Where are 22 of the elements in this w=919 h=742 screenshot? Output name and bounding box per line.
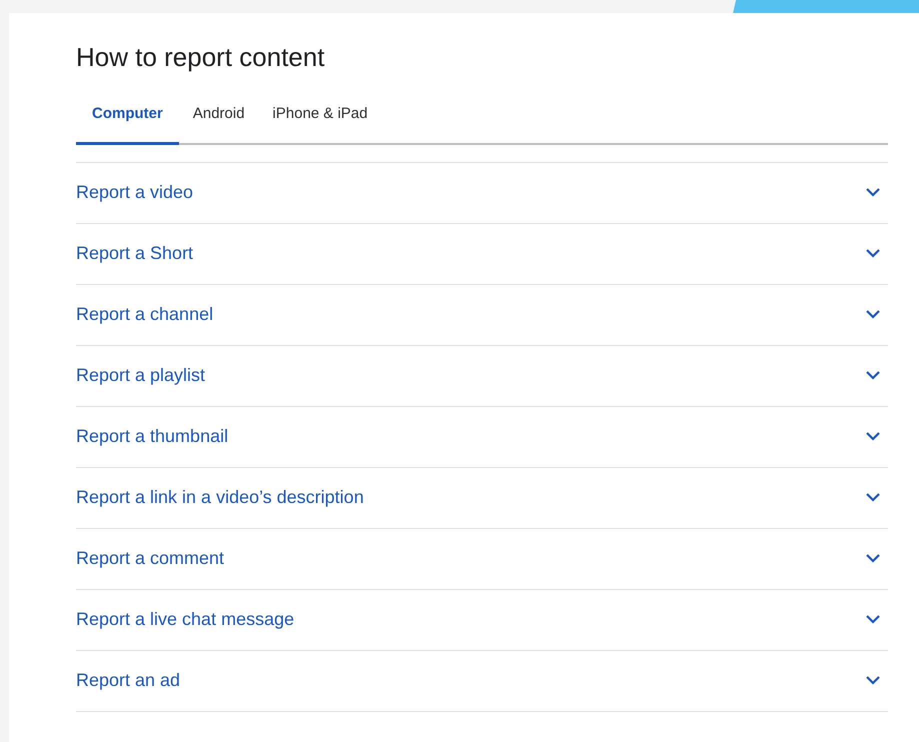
section-label: Report a link in a video’s description — [76, 486, 364, 509]
section-label: Report a channel — [76, 303, 214, 326]
chevron-down-icon — [866, 371, 880, 380]
page-title: How to report content — [76, 41, 326, 73]
tab[interactable]: Computer — [76, 93, 179, 144]
section-label: Report a video — [76, 181, 194, 204]
section-label: Report a Short — [76, 242, 194, 265]
chevron-down-icon — [866, 249, 880, 258]
section-label: Report a thumbnail — [76, 425, 228, 448]
chevron-down-icon — [866, 310, 880, 319]
chevron-down-icon — [866, 432, 880, 441]
chevron-down-icon — [866, 188, 880, 197]
tab[interactable]: Android — [178, 93, 259, 144]
chevron-down-icon — [866, 615, 880, 624]
section-label: Report a comment — [76, 547, 224, 570]
section-label: Report an ad — [76, 669, 180, 692]
chevron-down-icon — [866, 493, 880, 502]
chevron-down-icon — [866, 676, 880, 685]
section-label: Report a playlist — [76, 364, 206, 387]
chevron-down-icon — [866, 554, 880, 563]
tab[interactable]: iPhone & iPad — [258, 93, 382, 144]
section-label: Report a live chat message — [76, 608, 294, 631]
